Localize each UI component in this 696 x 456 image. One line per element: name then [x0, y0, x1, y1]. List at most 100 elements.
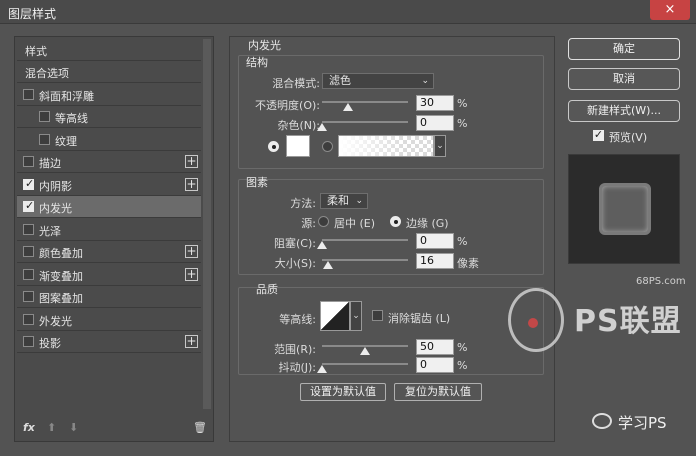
add-effect-icon[interactable]: +: [185, 335, 198, 348]
opacity-field[interactable]: 30: [416, 95, 454, 111]
choke-slider-thumb[interactable]: [317, 241, 327, 249]
style-item[interactable]: 描边 +: [17, 151, 201, 173]
add-effect-icon[interactable]: +: [185, 267, 198, 281]
jitter-label: 抖动(J):: [278, 361, 316, 374]
style-item[interactable]: 渐变叠加 +: [17, 264, 201, 286]
list-scrollbar[interactable]: [203, 39, 211, 409]
style-item-label: 内发光: [39, 202, 72, 215]
choke-field[interactable]: 0: [416, 233, 454, 249]
jitter-slider-thumb[interactable]: [317, 365, 327, 373]
preview-label: 预览(V): [609, 131, 648, 144]
style-item-label: 混合选项: [25, 67, 69, 80]
style-item[interactable]: 等高线: [17, 106, 201, 128]
style-item[interactable]: 内阴影 +: [17, 174, 201, 196]
style-item[interactable]: 外发光: [17, 309, 201, 331]
quality-header: 品质: [256, 283, 278, 296]
panel-title: 内发光: [248, 39, 281, 52]
structure-header: 结构: [246, 56, 268, 69]
watermark-brand: PS联盟: [574, 304, 682, 339]
contour-dropdown[interactable]: ⌄: [350, 301, 362, 331]
style-item[interactable]: 内发光: [17, 196, 201, 218]
antialias-checkbox[interactable]: [372, 310, 383, 321]
inner-glow-panel: 内发光 结构 混合模式: 滤色 ⌄ 不透明度(O): 30 % 杂色(N): 0 …: [229, 36, 555, 442]
style-checkbox[interactable]: [23, 177, 34, 190]
styles-header[interactable]: 样式: [17, 39, 201, 61]
style-checkbox[interactable]: [23, 336, 34, 347]
noise-field[interactable]: 0: [416, 115, 454, 131]
style-checkbox[interactable]: [23, 156, 34, 167]
style-checkbox[interactable]: [23, 268, 34, 280]
style-item-label: 纹理: [55, 134, 77, 148]
style-checkbox[interactable]: [23, 291, 34, 302]
add-effect-icon[interactable]: +: [185, 155, 198, 168]
noise-slider[interactable]: [322, 121, 408, 123]
size-slider[interactable]: [322, 259, 408, 261]
reset-default-button[interactable]: 复位为默认值: [394, 383, 482, 401]
jitter-field[interactable]: 0: [416, 357, 454, 373]
wechat-icon: [592, 413, 612, 429]
style-item-label: 渐变叠加: [39, 269, 83, 283]
range-slider-thumb[interactable]: [360, 347, 370, 355]
style-item-label: 等高线: [55, 112, 88, 125]
source-label: 源:: [301, 217, 316, 230]
blend-mode-select[interactable]: 滤色 ⌄: [322, 73, 434, 89]
opacity-slider[interactable]: [322, 101, 408, 103]
antialias-label: 消除锯齿 (L): [388, 312, 451, 325]
source-edge-radio[interactable]: [390, 216, 401, 227]
source-center-radio[interactable]: [318, 216, 329, 227]
style-item-label: 颜色叠加: [39, 247, 83, 260]
close-button[interactable]: ×: [650, 0, 690, 20]
source-edge-label: 边缘 (G): [406, 217, 449, 230]
jitter-slider[interactable]: [322, 363, 408, 365]
style-checkbox[interactable]: [23, 223, 34, 235]
style-item-label: 光泽: [39, 224, 61, 238]
color-swatch[interactable]: [286, 135, 310, 157]
titlebar: 图层样式 ×: [0, 0, 696, 24]
style-item[interactable]: 颜色叠加 +: [17, 241, 201, 263]
ok-button[interactable]: 确定: [568, 38, 680, 60]
add-effect-icon[interactable]: +: [185, 245, 198, 258]
opacity-slider-thumb[interactable]: [342, 103, 353, 111]
range-unit: %: [457, 341, 468, 354]
preview-thumbnail: [568, 154, 680, 264]
style-checkbox[interactable]: [23, 246, 34, 257]
size-slider-thumb[interactable]: [322, 261, 333, 269]
cancel-button[interactable]: 取消: [568, 68, 680, 90]
trash-icon[interactable]: 🗑: [193, 421, 207, 434]
fx-icon[interactable]: fx: [23, 421, 35, 434]
style-checkbox[interactable]: [23, 313, 34, 325]
style-checkbox[interactable]: [39, 133, 50, 145]
style-item-label: 描边: [39, 157, 61, 170]
move-down-icon[interactable]: ⬇: [69, 421, 78, 434]
choke-slider[interactable]: [322, 239, 408, 241]
contour-picker[interactable]: [320, 301, 350, 331]
gradient-swatch[interactable]: [338, 135, 434, 157]
style-item[interactable]: 纹理: [17, 129, 201, 151]
size-field[interactable]: 16: [416, 253, 454, 269]
gradient-radio[interactable]: [322, 141, 333, 152]
method-select[interactable]: 柔和 ⌄: [320, 193, 368, 209]
range-field[interactable]: 50: [416, 339, 454, 355]
contour-label: 等高线:: [279, 313, 316, 326]
style-item[interactable]: 投影 +: [17, 331, 201, 353]
ps-logo-dot-icon: [528, 318, 538, 328]
style-item-label: 内阴影: [39, 179, 72, 193]
gradient-dropdown[interactable]: ⌄: [434, 135, 446, 157]
style-item[interactable]: 混合选项: [17, 61, 201, 83]
move-up-icon[interactable]: ⬆: [47, 421, 56, 434]
style-checkbox[interactable]: [23, 88, 34, 100]
style-checkbox[interactable]: [23, 199, 34, 212]
make-default-button[interactable]: 设置为默认值: [300, 383, 386, 401]
range-label: 范围(R):: [274, 343, 316, 356]
add-effect-icon[interactable]: +: [185, 177, 198, 191]
preview-checkbox[interactable]: ✓: [593, 129, 604, 141]
style-item[interactable]: 图案叠加: [17, 286, 201, 308]
styles-list-panel: 样式 混合选项斜面和浮雕等高线纹理描边 + 内阴影 + 内发光光泽颜色叠加 + 渐变叠加 + 图…: [14, 36, 214, 442]
style-item[interactable]: 斜面和浮雕: [17, 84, 201, 106]
noise-label: 杂色(N):: [277, 119, 320, 132]
style-checkbox[interactable]: [39, 111, 50, 122]
style-item[interactable]: 光泽: [17, 219, 201, 241]
color-radio[interactable]: [268, 141, 279, 152]
new-style-button[interactable]: 新建样式(W)...: [568, 100, 680, 122]
noise-slider-thumb[interactable]: [317, 123, 327, 131]
